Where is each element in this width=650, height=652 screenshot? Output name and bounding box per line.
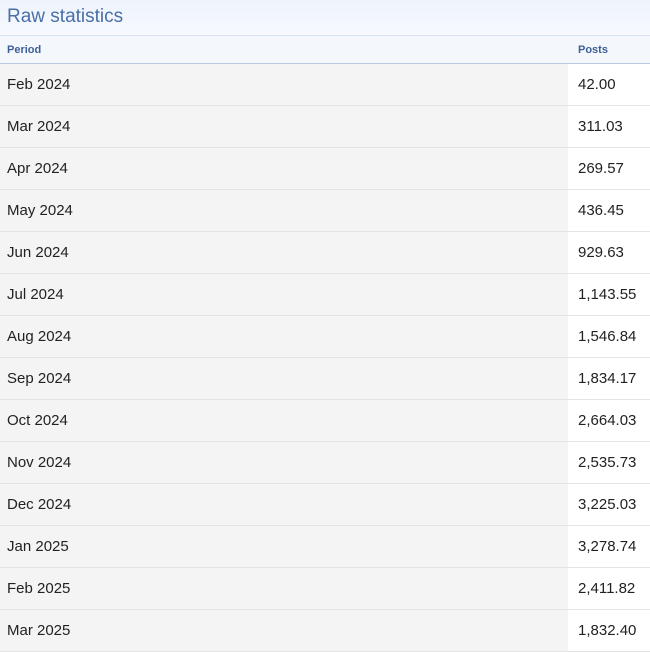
period-cell: May 2024 <box>0 189 568 232</box>
posts-cell: 436.45 <box>568 189 650 232</box>
table-row[interactable]: Jun 2024 929.63 <box>0 231 650 274</box>
posts-cell: 2,535.73 <box>568 441 650 484</box>
period-cell: Feb 2025 <box>0 567 568 610</box>
table-row[interactable]: Feb 2024 42.00 <box>0 63 650 106</box>
period-cell: Mar 2025 <box>0 609 568 652</box>
posts-cell: 1,834.17 <box>568 357 650 400</box>
posts-cell: 929.63 <box>568 231 650 274</box>
posts-cell: 3,225.03 <box>568 483 650 526</box>
table-header: Period Posts <box>0 35 650 64</box>
period-cell: Oct 2024 <box>0 399 568 442</box>
table-row[interactable]: Jul 2024 1,143.55 <box>0 273 650 316</box>
table-row[interactable]: May 2024 436.45 <box>0 189 650 232</box>
column-header-period[interactable]: Period <box>0 35 568 64</box>
period-cell: Apr 2024 <box>0 147 568 190</box>
table-body: Feb 2024 42.00 Mar 2024 311.03 Apr 2024 269.5… <box>0 63 650 652</box>
raw-statistics-panel: Raw statistics Period Posts Feb 2024 42.0… <box>0 0 650 652</box>
posts-cell: 2,664.03 <box>568 399 650 442</box>
column-header-posts[interactable]: Posts <box>568 35 650 64</box>
posts-cell: 2,411.82 <box>568 567 650 610</box>
period-cell: Sep 2024 <box>0 357 568 400</box>
period-cell: Jun 2024 <box>0 231 568 274</box>
header-row: Period Posts <box>0 35 650 64</box>
table-row[interactable]: Mar 2024 311.03 <box>0 105 650 148</box>
table-row[interactable]: Feb 2025 2,411.82 <box>0 567 650 610</box>
period-cell: Mar 2024 <box>0 105 568 148</box>
posts-cell: 42.00 <box>568 63 650 106</box>
table-row[interactable]: Apr 2024 269.57 <box>0 147 650 190</box>
period-cell: Feb 2024 <box>0 63 568 106</box>
table-row[interactable]: Jan 2025 3,278.74 <box>0 525 650 568</box>
posts-cell: 1,143.55 <box>568 273 650 316</box>
posts-cell: 269.57 <box>568 147 650 190</box>
table-row[interactable]: Nov 2024 2,535.73 <box>0 441 650 484</box>
panel-title: Raw statistics <box>0 0 650 35</box>
period-cell: Jan 2025 <box>0 525 568 568</box>
posts-cell: 3,278.74 <box>568 525 650 568</box>
period-cell: Aug 2024 <box>0 315 568 358</box>
table-row[interactable]: Oct 2024 2,664.03 <box>0 399 650 442</box>
table-row[interactable]: Aug 2024 1,546.84 <box>0 315 650 358</box>
table-row[interactable]: Sep 2024 1,834.17 <box>0 357 650 400</box>
period-cell: Nov 2024 <box>0 441 568 484</box>
period-cell: Jul 2024 <box>0 273 568 316</box>
posts-cell: 311.03 <box>568 105 650 148</box>
table-row[interactable]: Mar 2025 1,832.40 <box>0 609 650 652</box>
posts-cell: 1,546.84 <box>568 315 650 358</box>
posts-cell: 1,832.40 <box>568 609 650 652</box>
period-cell: Dec 2024 <box>0 483 568 526</box>
statistics-table: Period Posts Feb 2024 42.00 Mar 2024 311.03… <box>0 35 650 652</box>
table-row[interactable]: Dec 2024 3,225.03 <box>0 483 650 526</box>
